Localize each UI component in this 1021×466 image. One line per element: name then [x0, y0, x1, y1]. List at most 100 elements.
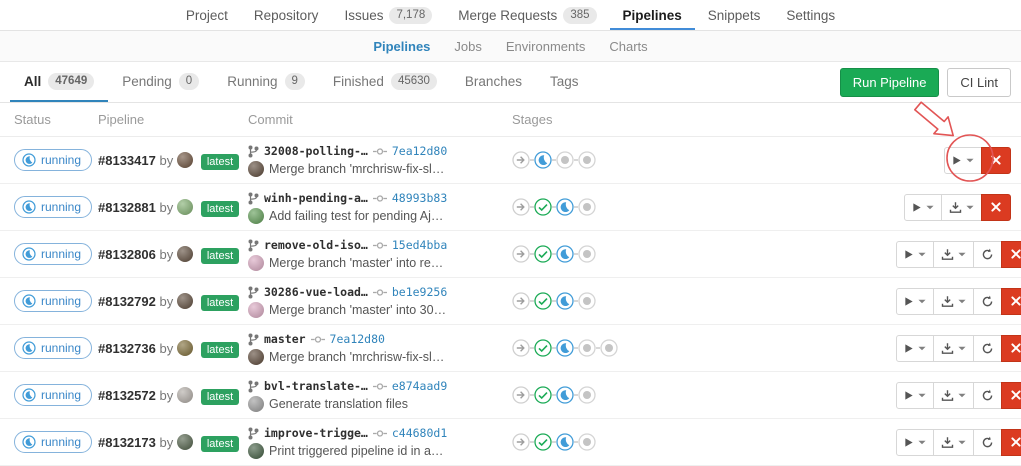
play-button[interactable] [896, 429, 934, 456]
stage-running-icon[interactable] [556, 386, 574, 404]
nav-project[interactable]: Project [173, 0, 241, 30]
stage-success-icon[interactable] [534, 198, 552, 216]
commit-sha-link[interactable]: be1e9256 [392, 285, 447, 299]
pipeline-id-link[interactable]: #8133417 [98, 153, 156, 168]
stage-running-icon[interactable] [556, 245, 574, 263]
status-badge[interactable]: running [14, 384, 92, 406]
pipeline-id-link[interactable]: #8132792 [98, 294, 156, 309]
artifacts-button[interactable] [933, 335, 974, 362]
avatar[interactable] [248, 161, 264, 177]
stage-created-icon[interactable] [600, 339, 618, 357]
avatar[interactable] [248, 302, 264, 318]
branch-link[interactable]: bvl-translate-… [264, 379, 368, 393]
commit-message-link[interactable]: Merge branch 'master' into 30… [269, 303, 446, 317]
stage-success-icon[interactable] [534, 245, 552, 263]
stage-created-icon[interactable] [556, 151, 574, 169]
pipeline-id-link[interactable]: #8132881 [98, 200, 156, 215]
commit-sha-link[interactable]: 48993b83 [392, 191, 447, 205]
stage-skipped-icon[interactable] [512, 433, 530, 451]
cancel-button[interactable] [1001, 288, 1021, 315]
pipeline-id-link[interactable]: #8132806 [98, 247, 156, 262]
avatar[interactable] [248, 208, 264, 224]
artifacts-button[interactable] [941, 194, 982, 221]
branch-link[interactable]: 32008-polling-… [264, 144, 368, 158]
stage-created-icon[interactable] [578, 339, 596, 357]
stage-skipped-icon[interactable] [512, 198, 530, 216]
branch-link[interactable]: winh-pending-a… [264, 191, 368, 205]
commit-message-link[interactable]: Generate translation files [269, 397, 408, 411]
stage-success-icon[interactable] [534, 339, 552, 357]
avatar[interactable] [177, 340, 193, 356]
status-badge[interactable]: running [14, 290, 92, 312]
ci-lint-button[interactable]: CI Lint [947, 68, 1011, 97]
commit-sha-link[interactable]: 7ea12d80 [330, 332, 385, 346]
pipeline-id-link[interactable]: #8132173 [98, 435, 156, 450]
tab-running[interactable]: Running9 [213, 62, 319, 102]
tab-branches[interactable]: Branches [451, 62, 536, 102]
nav-repository[interactable]: Repository [241, 0, 332, 30]
stage-running-icon[interactable] [556, 433, 574, 451]
play-button[interactable] [896, 288, 934, 315]
stage-success-icon[interactable] [534, 292, 552, 310]
stage-running-icon[interactable] [556, 292, 574, 310]
stage-created-icon[interactable] [578, 245, 596, 263]
tab-finished[interactable]: Finished45630 [319, 62, 451, 102]
stage-skipped-icon[interactable] [512, 339, 530, 357]
run-pipeline-button[interactable]: Run Pipeline [840, 68, 940, 97]
stage-running-icon[interactable] [556, 339, 574, 357]
stage-created-icon[interactable] [578, 386, 596, 404]
play-button[interactable] [896, 241, 934, 268]
stage-skipped-icon[interactable] [512, 151, 530, 169]
artifacts-button[interactable] [933, 241, 974, 268]
pipeline-id-link[interactable]: #8132736 [98, 341, 156, 356]
subnav-charts[interactable]: Charts [597, 31, 659, 61]
stage-success-icon[interactable] [534, 433, 552, 451]
cancel-button[interactable] [981, 194, 1011, 221]
stage-skipped-icon[interactable] [512, 245, 530, 263]
avatar[interactable] [248, 255, 264, 271]
commit-message-link[interactable]: Merge branch 'mrchrisw-fix-sl… [269, 350, 444, 364]
status-badge[interactable]: running [14, 196, 92, 218]
subnav-pipelines[interactable]: Pipelines [361, 31, 442, 61]
avatar[interactable] [248, 396, 264, 412]
nav-pipelines[interactable]: Pipelines [610, 0, 695, 30]
stage-created-icon[interactable] [578, 151, 596, 169]
status-badge[interactable]: running [14, 243, 92, 265]
tab-pending[interactable]: Pending0 [108, 62, 213, 102]
cancel-button[interactable] [1001, 429, 1021, 456]
stage-running-icon[interactable] [556, 198, 574, 216]
stage-skipped-icon[interactable] [512, 386, 530, 404]
avatar[interactable] [177, 434, 193, 450]
subnav-jobs[interactable]: Jobs [442, 31, 493, 61]
stage-created-icon[interactable] [578, 198, 596, 216]
nav-merge-requests[interactable]: Merge Requests385 [445, 0, 609, 30]
avatar[interactable] [177, 387, 193, 403]
commit-message-link[interactable]: Print triggered pipeline id in a… [269, 444, 443, 458]
play-button[interactable] [896, 382, 934, 409]
commit-message-link[interactable]: Merge branch 'mrchrisw-fix-sl… [269, 162, 444, 176]
commit-sha-link[interactable]: 15ed4bba [392, 238, 447, 252]
status-badge[interactable]: running [14, 149, 92, 171]
nav-settings[interactable]: Settings [773, 0, 848, 30]
nav-issues[interactable]: Issues7,178 [331, 0, 445, 30]
retry-button[interactable] [973, 241, 1002, 268]
stage-skipped-icon[interactable] [512, 292, 530, 310]
branch-link[interactable]: remove-old-iso… [264, 238, 368, 252]
branch-link[interactable]: 30286-vue-load… [264, 285, 368, 299]
artifacts-button[interactable] [933, 429, 974, 456]
artifacts-button[interactable] [933, 288, 974, 315]
cancel-button[interactable] [981, 147, 1011, 174]
commit-sha-link[interactable]: 7ea12d80 [392, 144, 447, 158]
retry-button[interactable] [973, 335, 1002, 362]
subnav-environments[interactable]: Environments [494, 31, 597, 61]
play-button[interactable] [944, 147, 982, 174]
stage-running-icon[interactable] [534, 151, 552, 169]
play-button[interactable] [896, 335, 934, 362]
status-badge[interactable]: running [14, 431, 92, 453]
avatar[interactable] [177, 152, 193, 168]
retry-button[interactable] [973, 429, 1002, 456]
pipeline-id-link[interactable]: #8132572 [98, 388, 156, 403]
stage-created-icon[interactable] [578, 292, 596, 310]
retry-button[interactable] [973, 382, 1002, 409]
avatar[interactable] [177, 246, 193, 262]
